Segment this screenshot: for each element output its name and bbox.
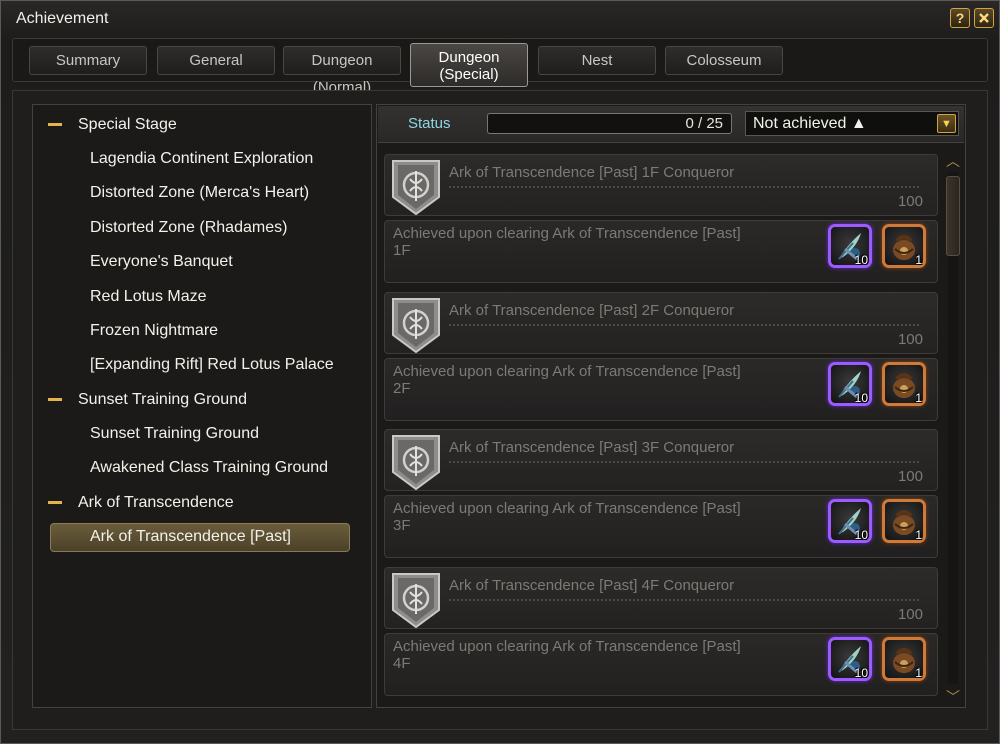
achievement-points: 100 [897, 468, 923, 485]
reward-slot-1[interactable]: 10 [828, 361, 872, 406]
achievement-emblem-icon [392, 435, 440, 491]
divider [449, 461, 919, 463]
tab-colosseum[interactable]: Colosseum [665, 46, 783, 75]
reward-slot-1[interactable]: 10 [828, 636, 872, 681]
title-bar: Achievement ? [0, 0, 998, 36]
collapse-dash-icon [48, 123, 62, 126]
reward-count: 10 [854, 253, 868, 267]
reward-count: 10 [854, 665, 868, 680]
achievement-description: Achieved upon clearing Ark of Transcende… [393, 225, 813, 259]
filter-dropdown[interactable]: Not achieved ▲ ▼ [745, 111, 959, 136]
reward-count: 1 [915, 528, 922, 542]
progress-text: 0 / 25 [685, 115, 723, 132]
tab-summary[interactable]: Summary [29, 46, 147, 75]
tree-item-sunset-training[interactable]: Sunset Training Ground [90, 421, 259, 447]
achievement-title: Ark of Transcendence [Past] 1F Conqueror [449, 164, 735, 181]
tree-item-everyones-banquet[interactable]: Everyone's Banquet [90, 249, 233, 275]
chevron-down-icon[interactable]: ▼ [937, 114, 956, 133]
description-line-2: 4F [393, 654, 411, 672]
reward-slot-2[interactable]: 1 [882, 361, 926, 406]
description-line-1: Achieved upon clearing Ark of Transcende… [393, 225, 741, 242]
achievement-card: Ark of Transcendence [Past] 3F Conqueror… [384, 429, 938, 560]
tree-item-lagendia[interactable]: Lagendia Continent Exploration [90, 146, 313, 172]
list-scrollbar[interactable]: ︿ ﹀ [944, 154, 962, 704]
scroll-down-icon[interactable]: ﹀ [945, 690, 961, 704]
description-line-2: 3F [393, 517, 411, 534]
window-title: Achievement [16, 10, 109, 27]
achievement-points: 100 [897, 605, 923, 623]
tab-dungeon-normal[interactable]: Dungeon (Normal) [283, 46, 401, 96]
reward-count: 1 [915, 253, 922, 267]
tree-item-ark-past[interactable]: Ark of Transcendence [Past] [90, 524, 291, 550]
reward-slot-2[interactable]: 1 [882, 224, 926, 268]
achievement-title: Ark of Transcendence [Past] 2F Conqueror [449, 301, 735, 319]
divider [449, 186, 919, 188]
collapse-dash-icon [48, 501, 62, 504]
reward-slot-2[interactable]: 1 [882, 499, 926, 543]
description-line-1: Achieved upon clearing Ark of Transcende… [393, 500, 741, 517]
achievement-header: Ark of Transcendence [Past] 2F Conqueror… [384, 291, 938, 354]
reward-slot-2[interactable]: 1 [882, 636, 926, 681]
close-button[interactable] [974, 8, 994, 28]
description-line-2: 1F [393, 242, 411, 259]
reward-slot-1[interactable]: 10 [828, 224, 872, 268]
achievement-title: Ark of Transcendence [Past] 3F Conqueror [449, 439, 735, 456]
tree-item-red-lotus-palace[interactable]: [Expanding Rift] Red Lotus Palace [90, 352, 334, 378]
achievement-header: Ark of Transcendence [Past] 3F Conqueror… [384, 429, 938, 491]
scroll-thumb[interactable] [946, 176, 960, 256]
achievement-description: Achieved upon clearing Ark of Transcende… [393, 638, 813, 672]
close-icon [979, 13, 989, 23]
description-line-1: Achieved upon clearing Ark of Transcende… [393, 637, 741, 655]
divider [449, 598, 919, 601]
achievement-header: Ark of Transcendence [Past] 1F Conqueror… [384, 154, 938, 216]
description-line-2: 2F [393, 379, 411, 397]
tree-item-frozen-nightmare[interactable]: Frozen Nightmare [90, 318, 218, 344]
achievement-points: 100 [897, 330, 923, 348]
achievement-description: Achieved upon clearing Ark of Transcende… [393, 500, 813, 534]
tree-item-distorted-rhadames[interactable]: Distorted Zone (Rhadames) [90, 215, 287, 241]
status-label: Status [408, 115, 451, 132]
status-progress-bar: 0 / 25 [487, 113, 732, 134]
achievement-card: Ark of Transcendence [Past] 4F Conqueror… [384, 566, 938, 698]
achievement-emblem-icon [392, 572, 440, 628]
filter-selected-value: Not achieved ▲ [753, 115, 867, 132]
collapse-dash-icon [48, 398, 62, 401]
achievement-description: Achieved upon clearing Ark of Transcende… [393, 363, 813, 397]
help-button[interactable]: ? [950, 8, 970, 28]
reward-slot-1[interactable]: 10 [828, 499, 872, 543]
achievement-header: Ark of Transcendence [Past] 4F Conqueror… [384, 566, 938, 629]
tree-item-distorted-merca[interactable]: Distorted Zone (Merca's Heart) [90, 180, 309, 206]
achievement-card: Ark of Transcendence [Past] 2F Conqueror… [384, 291, 938, 423]
achievement-list: Ark of Transcendence [Past] 1F Conqueror… [380, 150, 942, 702]
achievement-emblem-icon [392, 297, 440, 353]
scroll-up-icon[interactable]: ︿ [945, 154, 961, 168]
reward-count: 10 [854, 528, 868, 542]
tree-item-awakened-class-training[interactable]: Awakened Class Training Ground [90, 455, 328, 481]
reward-count: 1 [915, 390, 922, 405]
divider [449, 323, 919, 326]
achievement-title: Ark of Transcendence [Past] 4F Conqueror [449, 576, 735, 594]
tree-item-red-lotus-maze[interactable]: Red Lotus Maze [90, 284, 207, 310]
achievement-points: 100 [897, 193, 923, 210]
tab-dungeon-special[interactable]: Dungeon (Special) [410, 43, 528, 87]
tab-general[interactable]: General [157, 46, 275, 75]
achievement-card: Ark of Transcendence [Past] 1F Conqueror… [384, 154, 938, 285]
tab-nest[interactable]: Nest [538, 46, 656, 75]
reward-count: 1 [915, 665, 922, 680]
achievement-emblem-icon [392, 160, 440, 216]
description-line-1: Achieved upon clearing Ark of Transcende… [393, 362, 741, 380]
reward-count: 10 [854, 390, 868, 405]
